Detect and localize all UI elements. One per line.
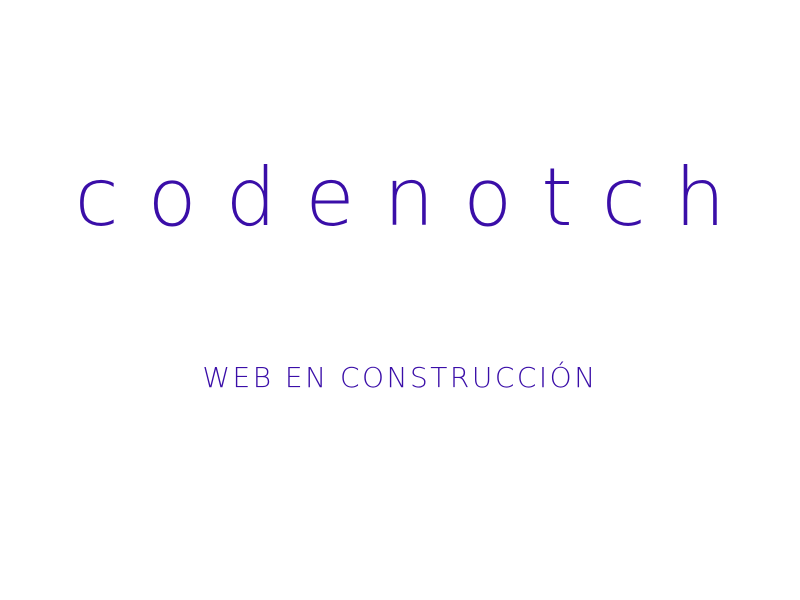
brand-logo-text: codenotch	[74, 151, 755, 244]
construction-message: WEB EN CONSTRUCCIÓN	[202, 361, 598, 394]
under-construction-page: codenotch WEB EN CONSTRUCCIÓN	[0, 0, 800, 600]
